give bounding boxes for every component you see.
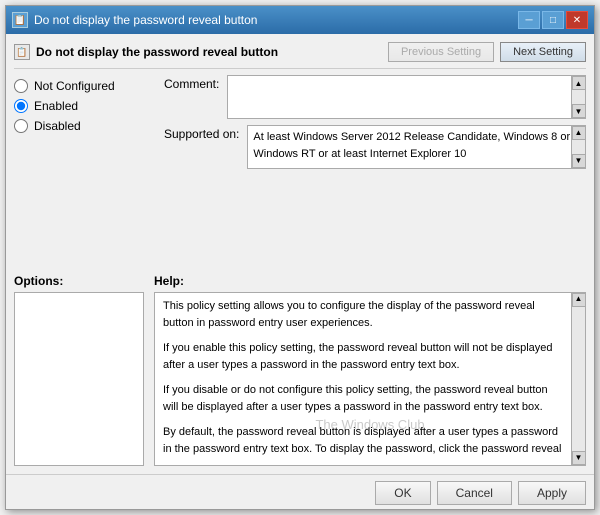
comment-label: Comment: bbox=[164, 75, 219, 91]
title-bar: 📋 Do not display the password reveal but… bbox=[6, 6, 594, 34]
scroll-up-arrow[interactable]: ▲ bbox=[572, 76, 586, 90]
scroll-down-arrow[interactable]: ▼ bbox=[572, 104, 586, 118]
radio-label-not-configured: Not Configured bbox=[34, 79, 115, 93]
supported-text: At least Windows Server 2012 Release Can… bbox=[253, 131, 570, 160]
bottom-panels: Options: Help: This policy setting allow… bbox=[14, 274, 586, 467]
header-icon: 📋 bbox=[14, 44, 30, 60]
supported-label: Supported on: bbox=[164, 125, 239, 141]
help-para-1: This policy setting allows you to config… bbox=[163, 298, 563, 332]
minimize-button[interactable]: ─ bbox=[518, 11, 540, 29]
supported-scroll-up[interactable]: ▲ bbox=[572, 126, 586, 140]
next-setting-button[interactable]: Next Setting bbox=[500, 42, 586, 62]
cancel-button[interactable]: Cancel bbox=[437, 481, 512, 505]
radio-enabled[interactable]: Enabled bbox=[14, 99, 154, 113]
radio-disabled[interactable]: Disabled bbox=[14, 119, 154, 133]
comment-scrollbar[interactable]: ▲ ▼ bbox=[571, 76, 585, 118]
radio-label-disabled: Disabled bbox=[34, 119, 81, 133]
window-icon: 📋 bbox=[12, 12, 28, 28]
supported-row: Supported on: At least Windows Server 20… bbox=[164, 125, 586, 169]
help-scroll-down[interactable]: ▼ bbox=[572, 451, 586, 465]
options-section: Options: bbox=[14, 274, 144, 467]
options-content-box bbox=[14, 292, 144, 467]
help-para-3: If you disable or do not configure this … bbox=[163, 382, 563, 416]
ok-button[interactable]: OK bbox=[375, 481, 430, 505]
radio-group: Not Configured Enabled Disabled bbox=[14, 75, 154, 133]
help-para-4: By default, the password reveal button i… bbox=[163, 424, 563, 458]
header-row: 📋 Do not display the password reveal but… bbox=[14, 42, 586, 69]
radio-input-enabled[interactable] bbox=[14, 99, 28, 113]
header-label: 📋 Do not display the password reveal but… bbox=[14, 44, 278, 60]
header-text: Do not display the password reveal butto… bbox=[36, 45, 278, 59]
comment-row: Comment: ▲ ▼ bbox=[164, 75, 586, 119]
supported-scrollbar[interactable]: ▲ ▼ bbox=[571, 126, 585, 168]
content-area: 📋 Do not display the password reveal but… bbox=[6, 34, 594, 474]
help-section: Help: This policy setting allows you to … bbox=[154, 274, 586, 467]
radio-input-disabled[interactable] bbox=[14, 119, 28, 133]
options-label: Options: bbox=[14, 274, 144, 288]
close-button[interactable]: ✕ bbox=[566, 11, 588, 29]
right-panel: Comment: ▲ ▼ Supported on: At least Wind… bbox=[154, 75, 586, 268]
apply-button[interactable]: Apply bbox=[518, 481, 586, 505]
comment-box[interactable]: ▲ ▼ bbox=[227, 75, 586, 119]
radio-not-configured[interactable]: Not Configured bbox=[14, 79, 154, 93]
footer: OK Cancel Apply bbox=[6, 474, 594, 509]
radio-input-not-configured[interactable] bbox=[14, 79, 28, 93]
maximize-button[interactable]: □ bbox=[542, 11, 564, 29]
window-title: Do not display the password reveal butto… bbox=[34, 13, 257, 27]
help-scrollbar[interactable]: ▲ ▼ bbox=[571, 293, 585, 466]
previous-setting-button[interactable]: Previous Setting bbox=[388, 42, 494, 62]
left-panel: Not Configured Enabled Disabled bbox=[14, 75, 154, 268]
help-para-2: If you enable this policy setting, the p… bbox=[163, 340, 563, 374]
help-text-content: This policy setting allows you to config… bbox=[163, 298, 577, 461]
help-label: Help: bbox=[154, 274, 586, 288]
supported-scroll-down[interactable]: ▼ bbox=[572, 154, 586, 168]
supported-box: At least Windows Server 2012 Release Can… bbox=[247, 125, 586, 169]
main-area: Not Configured Enabled Disabled Comm bbox=[14, 75, 586, 268]
help-scroll-up[interactable]: ▲ bbox=[572, 293, 586, 307]
title-bar-controls: ─ □ ✕ bbox=[518, 11, 588, 29]
radio-label-enabled: Enabled bbox=[34, 99, 78, 113]
help-box: This policy setting allows you to config… bbox=[154, 292, 586, 467]
title-bar-left: 📋 Do not display the password reveal but… bbox=[12, 12, 257, 28]
header-buttons: Previous Setting Next Setting bbox=[388, 42, 586, 62]
main-window: 📋 Do not display the password reveal but… bbox=[5, 5, 595, 510]
